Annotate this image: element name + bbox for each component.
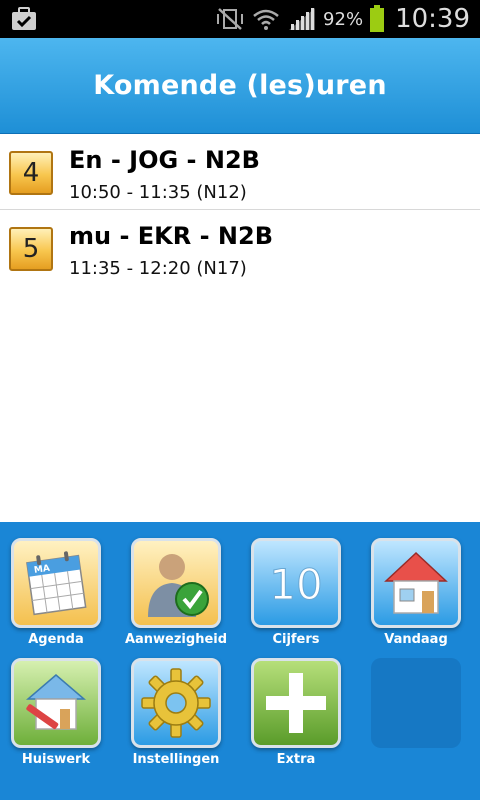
person-check-icon — [148, 554, 209, 617]
dock-item-empty — [360, 642, 480, 762]
lesson-time: 10:50 - 11:35 (N12) — [69, 182, 247, 203]
dock-item-instellingen[interactable]: Instellingen — [120, 642, 240, 767]
vibrate-mute-icon — [217, 8, 244, 30]
dock-item-label: Huiswerk — [21, 752, 91, 767]
empty-slot — [371, 658, 461, 748]
dock-item-label: Extra — [276, 752, 316, 767]
lesson-time: 11:35 - 12:20 (N17) — [69, 258, 247, 279]
lesson-hour-badge: 5 — [9, 227, 53, 271]
dock-item-huiswerk[interactable]: Huiswerk — [0, 642, 120, 767]
house-pencil-icon — [25, 674, 87, 730]
grade-badge: 10 — [269, 560, 322, 609]
plus-icon — [266, 673, 326, 733]
lesson-list: 4 En - JOG - N2B 10:50 - 11:35 (N12) 5 m… — [0, 134, 480, 286]
lesson-title: mu - EKR - N2B — [69, 222, 273, 250]
battery-icon — [370, 5, 385, 32]
dock-item-cijfers[interactable]: 10 Cijfers — [240, 522, 360, 647]
dock-item-extra[interactable]: Extra — [240, 642, 360, 767]
bottom-dock: MA Agenda Aanwezigheid 10 Cijfers Vandaa… — [0, 522, 480, 800]
dock-item-agenda[interactable]: MA Agenda — [0, 522, 120, 647]
battery-percent: 92% — [323, 8, 364, 30]
clock: 10:39 — [395, 4, 470, 34]
calendar-icon: MA — [26, 551, 87, 616]
briefcase-check-icon — [12, 7, 36, 30]
page-title: Komende (les)uren — [93, 70, 387, 101]
dock-item-vandaag[interactable]: Vandaag — [360, 522, 480, 647]
status-bar: 92% 10:39 — [0, 0, 480, 38]
gear-icon — [141, 668, 211, 738]
house-icon — [384, 551, 448, 614]
grade-10-icon: 10 — [269, 560, 323, 610]
lesson-hour-badge: 4 — [9, 151, 53, 195]
lesson-item[interactable]: 4 En - JOG - N2B 10:50 - 11:35 (N12) — [0, 134, 480, 210]
wifi-icon — [253, 9, 279, 30]
lesson-item[interactable]: 5 mu - EKR - N2B 11:35 - 12:20 (N17) — [0, 210, 480, 286]
lesson-title: En - JOG - N2B — [69, 146, 260, 174]
app-header: Komende (les)uren — [0, 38, 480, 134]
dock-item-label: Instellingen — [132, 752, 220, 767]
signal-icon — [289, 8, 316, 30]
dock-item-aanwezigheid[interactable]: Aanwezigheid — [120, 522, 240, 647]
